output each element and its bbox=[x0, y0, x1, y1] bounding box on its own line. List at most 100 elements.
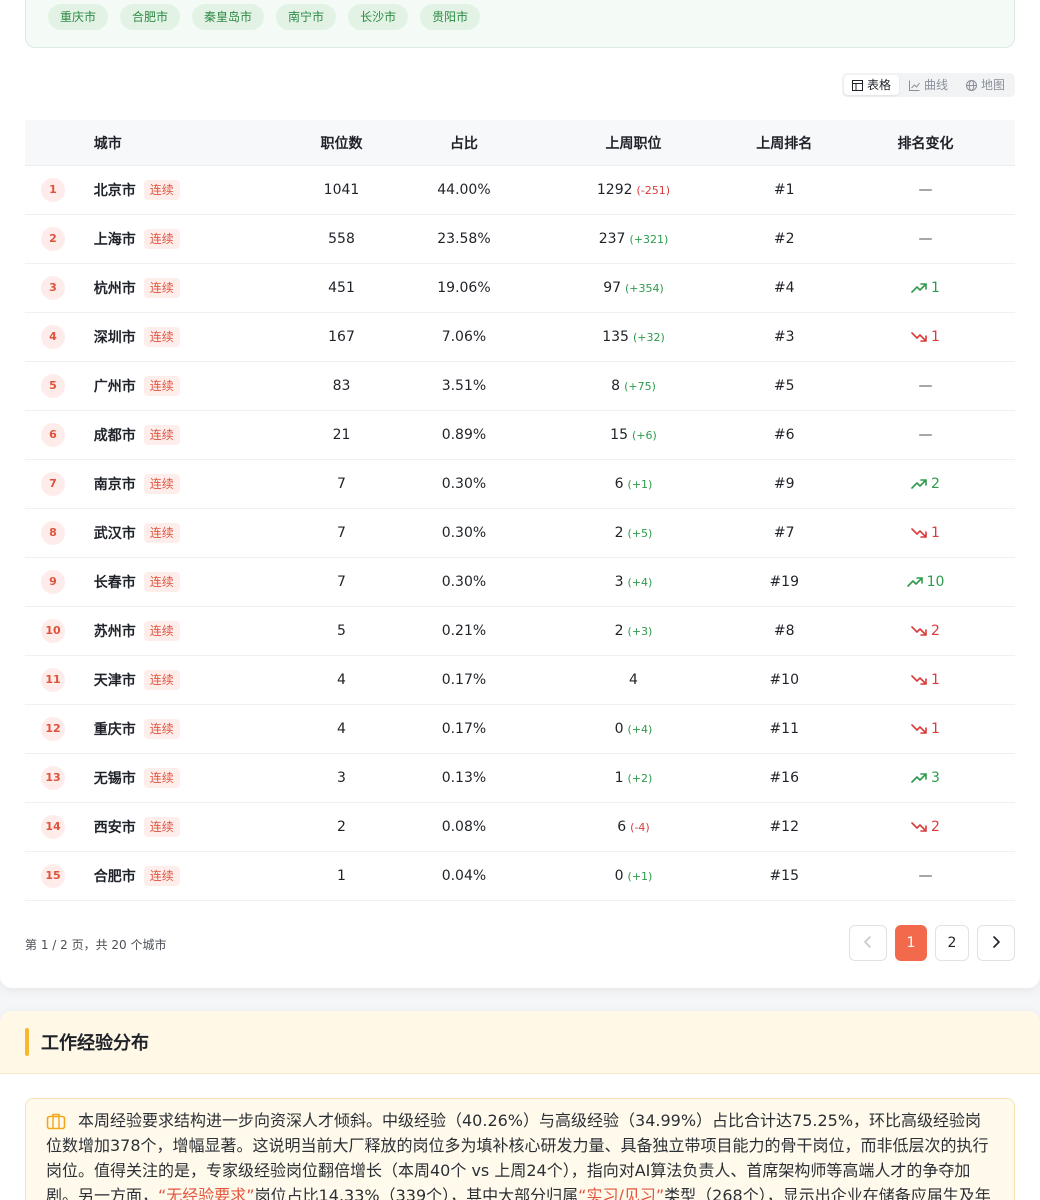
share-cell: 0.17% bbox=[441, 672, 487, 688]
rank-change: 1 bbox=[911, 672, 940, 688]
city-cell: 南京市 连续 bbox=[94, 474, 290, 494]
consecutive-tag: 连续 bbox=[143, 523, 180, 543]
city-chip[interactable]: 重庆市 bbox=[48, 4, 109, 30]
table-row: 13 无锡市 连续 3 0.13% 1 (+2) #16 3 bbox=[25, 754, 1015, 803]
city-name: 南京市 bbox=[93, 477, 136, 493]
last-week-jobs: 237 bbox=[598, 231, 626, 247]
city-chip[interactable]: 南宁市 bbox=[276, 4, 337, 30]
rank-change: 2 bbox=[911, 476, 940, 492]
trend-down-icon bbox=[911, 723, 927, 734]
consecutive-tag: 连续 bbox=[143, 278, 180, 298]
rank-change-value: 1 bbox=[931, 279, 940, 296]
share-cell: 0.30% bbox=[441, 574, 487, 590]
city-name: 长春市 bbox=[93, 575, 136, 591]
last-week-jobs: 2 bbox=[614, 623, 624, 639]
rank-change-value: — bbox=[918, 231, 933, 247]
consecutive-tag: 连续 bbox=[143, 180, 180, 200]
chevron-right-icon bbox=[993, 936, 1000, 948]
last-week-jobs-cell: 0 (+1) bbox=[535, 868, 733, 884]
last-week-jobs-cell: 15 (+6) bbox=[535, 427, 733, 443]
rank-change-value: — bbox=[918, 868, 933, 884]
table-row: 2 上海市 连续 558 23.58% 237 (+321) #2 — bbox=[25, 215, 1015, 264]
share-cell: 0.04% bbox=[441, 868, 487, 884]
city-cell: 杭州市 连续 bbox=[94, 278, 290, 298]
city-cell: 重庆市 连续 bbox=[94, 719, 290, 739]
jobs-cell: 7 bbox=[337, 574, 346, 590]
jobs-cell: 558 bbox=[328, 231, 355, 247]
last-week-jobs: 6 bbox=[614, 476, 624, 492]
city-name: 重庆市 bbox=[93, 722, 136, 738]
view-toggle-table[interactable]: 表格 bbox=[843, 75, 899, 95]
rank-change-cell: 1 bbox=[836, 672, 1015, 689]
jobs-cell: 21 bbox=[332, 427, 351, 443]
rank-change-cell: 10 bbox=[836, 574, 1015, 591]
pagination: 12 bbox=[849, 925, 1015, 961]
rank-badge: 6 bbox=[41, 423, 65, 447]
jobs-delta: (+5) bbox=[627, 527, 653, 540]
experience-section: 工作经验分布 本周经验要求结构进一步向资深人才倾斜。中级经验（40.26%）与高… bbox=[0, 1011, 1040, 1200]
city-cell: 无锡市 连续 bbox=[94, 768, 290, 788]
rank-badge: 1 bbox=[41, 178, 65, 202]
consecutive-tag: 连续 bbox=[143, 572, 180, 592]
table-row: 11 天津市 连续 4 0.17% 4 #10 1 bbox=[25, 656, 1015, 705]
share-cell: 0.30% bbox=[441, 476, 487, 492]
rank-change-cell: 1 bbox=[836, 721, 1015, 738]
city-cell: 深圳市 连续 bbox=[94, 327, 290, 347]
city-cell: 武汉市 连续 bbox=[94, 523, 290, 543]
rank-change-value: 1 bbox=[931, 524, 940, 541]
trend-down-icon bbox=[911, 331, 927, 342]
view-toggle-label: 表格 bbox=[866, 78, 891, 92]
city-name: 北京市 bbox=[93, 183, 136, 199]
city-chip[interactable]: 长沙市 bbox=[348, 4, 409, 30]
page-button-1[interactable]: 1 bbox=[895, 925, 927, 961]
rank-cell: 11 bbox=[25, 668, 94, 692]
rank-cell: 13 bbox=[25, 766, 94, 790]
insight-box: 本周经验要求结构进一步向资深人才倾斜。中级经验（40.26%）与高级经验（34.… bbox=[25, 1098, 1015, 1200]
last-week-rank-cell: #9 bbox=[773, 476, 795, 492]
consecutive-tag: 连续 bbox=[143, 768, 180, 788]
jobs-delta: (+32) bbox=[632, 331, 665, 344]
last-week-jobs-cell: 2 (+3) bbox=[535, 623, 733, 639]
last-week-jobs: 4 bbox=[629, 672, 638, 688]
city-name: 西安市 bbox=[93, 820, 136, 836]
consecutive-tag: 连续 bbox=[143, 229, 180, 249]
rank-cell: 2 bbox=[25, 227, 94, 251]
rank-change: 2 bbox=[911, 819, 940, 835]
city-chip[interactable]: 秦皇岛市 bbox=[192, 4, 265, 30]
share-cell: 3.51% bbox=[441, 378, 487, 394]
prev-page-button[interactable] bbox=[849, 925, 887, 961]
jobs-cell: 451 bbox=[328, 280, 355, 296]
line-chart-icon bbox=[908, 80, 920, 91]
rank-badge: 15 bbox=[41, 864, 65, 888]
city-chip[interactable]: 贵阳市 bbox=[420, 4, 481, 30]
rank-cell: 4 bbox=[25, 325, 94, 349]
rank-badge: 5 bbox=[41, 374, 65, 398]
last-week-jobs-cell: 1 (+2) bbox=[535, 770, 733, 786]
table-body: 1 北京市 连续 1041 44.00% 1292 (-251) #1—2 上海市 连续 558 23… bbox=[25, 166, 1015, 901]
view-toggle: 表格 曲线 地图 bbox=[841, 73, 1015, 97]
share-header: 占比 bbox=[449, 135, 478, 152]
next-page-button[interactable] bbox=[977, 925, 1015, 961]
city-chip[interactable]: 合肥市 bbox=[120, 4, 181, 30]
table-row: 12 重庆市 连续 4 0.17% 0 (+4) #11 1 bbox=[25, 705, 1015, 754]
last-week-jobs-cell: 6 (+1) bbox=[535, 476, 733, 492]
jobs-delta: (+6) bbox=[632, 429, 657, 442]
share-cell: 0.17% bbox=[441, 721, 487, 737]
share-cell: 0.21% bbox=[441, 623, 487, 639]
last-week-rank-cell: #5 bbox=[773, 378, 795, 394]
rank-change: 1 bbox=[911, 721, 940, 737]
share-cell: 44.00% bbox=[437, 182, 491, 198]
view-toggle-globe[interactable]: 地图 bbox=[958, 75, 1013, 95]
rank-change-value: 1 bbox=[931, 671, 940, 688]
trend-up-icon bbox=[911, 282, 927, 293]
view-toggle-label: 曲线 bbox=[923, 78, 948, 92]
rank-change-value: — bbox=[918, 182, 933, 198]
rank-badge: 3 bbox=[41, 276, 65, 300]
page-button-2[interactable]: 2 bbox=[935, 925, 969, 961]
city-cell: 上海市 连续 bbox=[94, 229, 290, 249]
last-week-rank-cell: #10 bbox=[769, 672, 799, 688]
table-row: 14 西安市 连续 2 0.08% 6 (-4) #12 2 bbox=[25, 803, 1015, 852]
rank-change: — bbox=[919, 231, 933, 247]
last-week-rank-cell: #1 bbox=[773, 182, 795, 198]
view-toggle-line-chart[interactable]: 曲线 bbox=[901, 75, 956, 95]
